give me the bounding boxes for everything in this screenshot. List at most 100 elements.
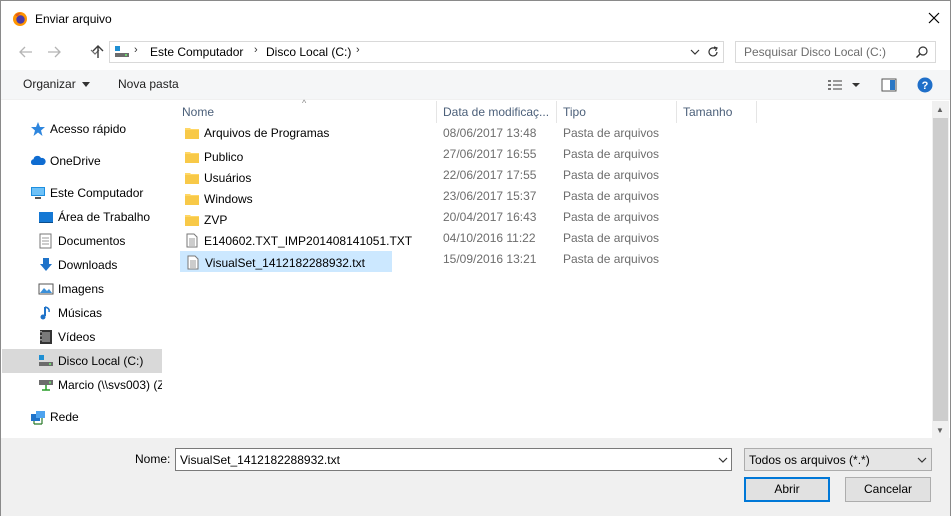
nav-label: Vídeos [58, 330, 96, 344]
nav-label: Este Computador [50, 186, 144, 200]
file-row-selected[interactable]: VisualSet_1412182288932.txt [180, 251, 392, 272]
breadcrumb-separator[interactable]: › [254, 44, 258, 56]
column-divider[interactable] [436, 101, 437, 123]
filename-label: Nome: [135, 452, 171, 466]
open-button[interactable]: Abrir [744, 477, 830, 502]
column-divider[interactable] [556, 101, 557, 123]
nav-item-quick-access[interactable]: Acesso rápido [2, 117, 162, 141]
command-toolbar: Organizar Nova pasta ? [1, 70, 950, 100]
nav-item-local-disk[interactable]: Disco Local (C:) [2, 349, 162, 373]
nav-item-downloads[interactable]: Downloads [2, 253, 162, 277]
address-bar[interactable]: › Este Computador › Disco Local (C:) › [109, 41, 724, 63]
breadcrumb-disco-local[interactable]: Disco Local (C:) [266, 45, 351, 59]
preview-pane-icon[interactable] [881, 77, 897, 93]
videos-icon [40, 330, 52, 344]
folder-icon [185, 194, 199, 205]
file-date: 04/10/2016 11:22 [443, 231, 536, 245]
column-header-type[interactable]: Tipo [563, 105, 586, 119]
title-bar: Enviar arquivo [1, 1, 950, 37]
scroll-up-icon[interactable]: ▲ [936, 105, 944, 114]
filename-input[interactable]: VisualSet_1412182288932.txt [175, 448, 732, 471]
file-type-value: Todos os arquivos (*.*) [749, 453, 870, 467]
nav-item-documents[interactable]: Documentos [2, 229, 162, 253]
scroll-down-icon[interactable]: ▼ [936, 426, 944, 435]
scrollbar-thumb[interactable] [933, 118, 948, 421]
file-type: Pasta de arquivos [563, 189, 660, 203]
file-name: Publico [204, 150, 244, 164]
file-date: 27/06/2017 16:55 [443, 147, 537, 161]
download-icon [40, 258, 52, 271]
file-type: Pasta de arquivos [563, 168, 660, 182]
nav-item-onedrive[interactable]: OneDrive [2, 149, 162, 173]
network-drive-icon [39, 380, 53, 391]
sort-ascending-icon: ^ [302, 98, 307, 108]
pictures-icon [38, 283, 54, 295]
nav-item-music[interactable]: Músicas [2, 301, 162, 325]
help-icon[interactable]: ? [917, 77, 933, 93]
nav-item-this-pc[interactable]: Este Computador [2, 181, 162, 205]
search-placeholder: Pesquisar Disco Local (C:) [744, 45, 887, 59]
drive-icon [115, 46, 129, 57]
navigation-pane[interactable]: Acesso rápido OneDrive Este Computador Á… [2, 101, 162, 438]
file-date: 20/04/2017 16:43 [443, 210, 537, 224]
chevron-down-icon[interactable] [717, 454, 729, 466]
caret-down-icon [81, 82, 90, 88]
file-row[interactable]: Windows [180, 188, 392, 209]
file-dialog: Enviar arquivo › Este Computador › Disco… [0, 0, 951, 516]
file-type: Pasta de arquivos [563, 252, 660, 266]
nav-label: Área de Trabalho [58, 210, 151, 224]
file-type: Pasta de arquivos [563, 147, 660, 161]
star-icon [31, 122, 45, 136]
column-header-date[interactable]: Data de modificaç... [443, 105, 549, 119]
breadcrumb-separator[interactable]: › [356, 44, 360, 56]
search-icon[interactable] [915, 45, 929, 59]
column-header-size[interactable]: Tamanho [683, 105, 732, 119]
search-input[interactable]: Pesquisar Disco Local (C:) [735, 41, 936, 63]
nav-item-desktop[interactable]: Área de Trabalho [2, 205, 162, 229]
column-divider[interactable] [676, 101, 677, 123]
network-icon [31, 411, 45, 425]
column-header-name[interactable]: Nome [182, 105, 214, 119]
breadcrumb-este-computador[interactable]: Este Computador [150, 45, 243, 59]
file-type-select[interactable]: Todos os arquivos (*.*) [744, 448, 932, 471]
file-row[interactable]: Usuários [180, 167, 392, 188]
file-row[interactable]: ZVP [180, 209, 392, 230]
view-options-icon[interactable] [827, 77, 843, 93]
computer-icon [31, 187, 45, 199]
nav-item-network[interactable]: Rede [2, 405, 162, 429]
organize-button[interactable]: Organizar [23, 77, 90, 91]
nav-label: Rede [50, 410, 79, 424]
nav-item-network-drive[interactable]: Marcio (\\svs003) (Z [2, 373, 162, 397]
file-list[interactable]: ^ Nome Data de modificaç... Tipo Tamanho… [164, 98, 932, 438]
column-divider[interactable] [756, 101, 757, 123]
file-name: Usuários [204, 171, 252, 185]
nav-item-videos[interactable]: Vídeos [2, 325, 162, 349]
file-date: 23/06/2017 15:37 [443, 189, 537, 203]
folder-icon [185, 215, 199, 226]
cancel-button[interactable]: Cancelar [845, 477, 931, 502]
folder-icon [185, 152, 199, 163]
back-arrow-icon[interactable] [17, 43, 35, 61]
breadcrumb-separator[interactable]: › [134, 44, 138, 56]
refresh-icon[interactable] [706, 45, 720, 59]
nav-item-pictures[interactable]: Imagens [2, 277, 162, 301]
close-icon[interactable] [926, 10, 942, 26]
drive-icon [39, 355, 53, 366]
filename-value: VisualSet_1412182288932.txt [180, 453, 340, 467]
up-arrow-icon[interactable] [89, 43, 107, 61]
file-row[interactable]: Arquivos de Programas [180, 122, 392, 143]
forward-arrow-icon[interactable] [45, 43, 63, 61]
file-name: Arquivos de Programas [204, 126, 330, 140]
new-folder-button[interactable]: Nova pasta [118, 77, 179, 91]
chevron-down-icon[interactable] [688, 45, 702, 59]
documents-icon [39, 233, 52, 249]
text-file-icon [187, 255, 199, 270]
vertical-scrollbar[interactable]: ▲ ▼ [932, 101, 949, 438]
caret-down-icon[interactable] [851, 77, 861, 93]
chevron-down-icon[interactable] [916, 454, 928, 466]
file-row[interactable]: Publico [180, 146, 392, 167]
file-row[interactable]: E140602.TXT_IMP201408141051.TXT [180, 230, 412, 251]
nav-label: Marcio (\\svs003) (Z [58, 378, 162, 392]
nav-label: OneDrive [50, 154, 101, 168]
file-date: 22/06/2017 17:55 [443, 168, 537, 182]
